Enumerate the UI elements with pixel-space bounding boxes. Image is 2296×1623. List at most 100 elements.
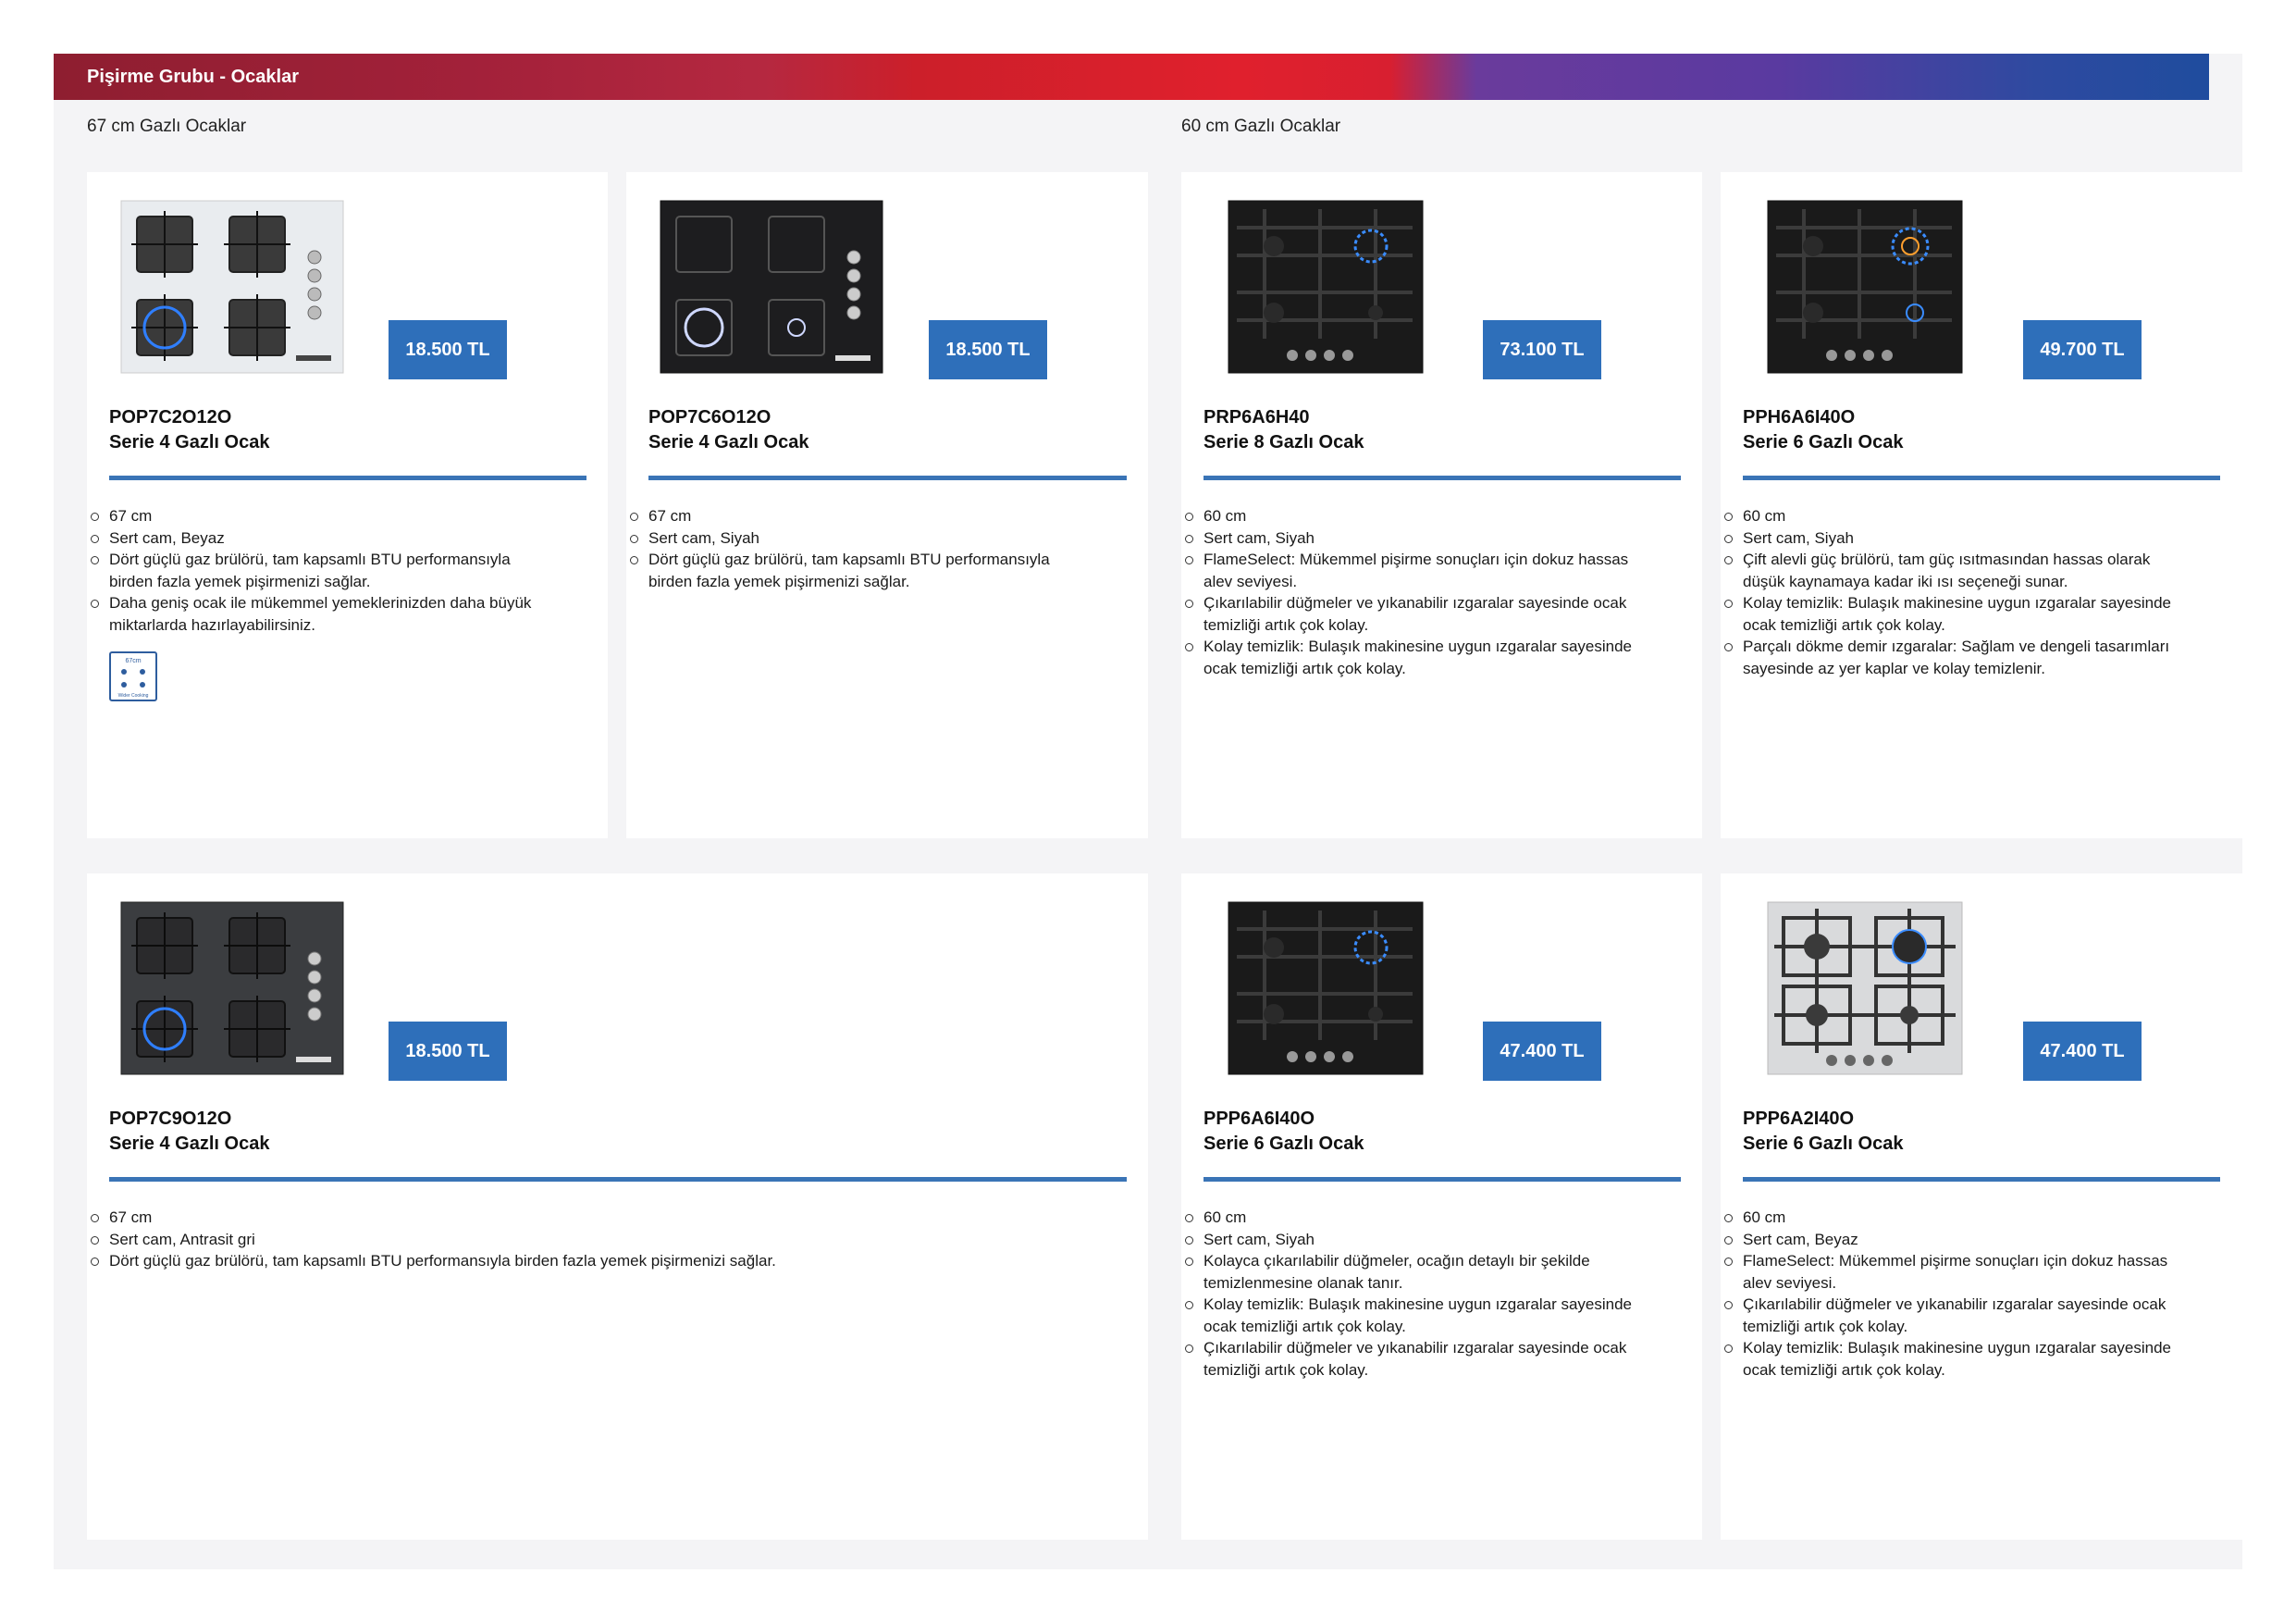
feature-list: 60 cm Sert cam, Beyaz FlameSelect: Mükem… — [1723, 1207, 2171, 1381]
product-image-black-grid-hob — [1228, 200, 1424, 374]
feature-item-continued: birden fazla yemek pişirmenizi sağlar. — [109, 572, 371, 590]
feature-item: Sert cam, Beyaz — [90, 527, 531, 550]
feature-item: Kolay temizlik: Bulaşık makinesine uygun… — [1723, 1337, 2171, 1359]
product-model: POP7C9O12O — [109, 1109, 232, 1129]
feature-item-continued: miktarlarda hazırlayabilirsiniz. — [109, 615, 315, 634]
feature-item: Kolay temizlik: Bulaşık makinesine uygun… — [1723, 592, 2171, 614]
feature-item: Kolayca çıkarılabilir düğmeler, ocağın d… — [1184, 1250, 1632, 1272]
feature-item-continued: düşük kaynamaya kadar iki ısı seçeneği s… — [1743, 572, 2068, 590]
feature-item: 60 cm — [1723, 1207, 2171, 1229]
feature-item: 60 cm — [1184, 1207, 1632, 1229]
product-image-anthracite-hob — [120, 901, 344, 1075]
product-series: Serie 6 Gazlı Ocak — [1743, 432, 1904, 452]
price-tag: 18.500 TL — [389, 1022, 507, 1081]
price-tag: 47.400 TL — [1483, 1022, 1601, 1081]
feature-item-continued: temizliği artık çok kolay. — [1204, 1360, 1369, 1379]
price-tag: 18.500 TL — [389, 320, 507, 379]
feature-item: Çıkarılabilir düğmeler ve yıkanabilir ız… — [1184, 1337, 1632, 1359]
feature-list: 60 cm Sert cam, Siyah Kolayca çıkarılabi… — [1184, 1207, 1632, 1381]
product-model: POP7C6O12O — [648, 407, 772, 427]
product-image-black-grid-hob — [1228, 901, 1424, 1075]
feature-item-continued: sayesinde az yer kaplar ve kolay temizle… — [1743, 659, 2045, 677]
feature-item-continued: ocak temizliği artık çok kolay. — [1204, 659, 1406, 677]
product-model: PPH6A6I40O — [1743, 407, 1856, 427]
product-card[interactable]: 18.500 TL POP7C6O12O Serie 4 Gazlı Ocak … — [626, 172, 1148, 838]
price-tag: 73.100 TL — [1483, 320, 1601, 379]
section-title-67cm: 67 cm Gazlı Ocaklar — [87, 117, 247, 136]
feature-item: 67 cm — [630, 505, 1050, 527]
feature-item: Çıkarılabilir düğmeler ve yıkanabilir ız… — [1723, 1294, 2171, 1316]
feature-list: 60 cm Sert cam, Siyah FlameSelect: Mükem… — [1184, 505, 1632, 679]
feature-item: Çıkarılabilir düğmeler ve yıkanabilir ız… — [1184, 592, 1632, 614]
feature-item: Dört güçlü gaz brülörü, tam kapsamlı BTU… — [90, 549, 531, 571]
product-series: Serie 6 Gazlı Ocak — [1204, 1134, 1364, 1154]
section-title-60cm: 60 cm Gazlı Ocaklar — [1181, 117, 1341, 136]
product-image-black-hob — [660, 200, 883, 374]
feature-item-continued: alev seviyesi. — [1743, 1273, 1837, 1292]
feature-item: Kolay temizlik: Bulaşık makinesine uygun… — [1184, 1294, 1632, 1316]
price-tag: 47.400 TL — [2023, 1022, 2142, 1081]
divider-rule — [109, 476, 586, 480]
feature-item: Sert cam, Siyah — [1184, 527, 1632, 550]
divider-rule — [648, 476, 1127, 480]
product-model: PPP6A2I40O — [1743, 1109, 1855, 1129]
product-card[interactable]: 18.500 TL POP7C9O12O Serie 4 Gazlı Ocak … — [87, 873, 1148, 1540]
feature-list: 67 cm Sert cam, Beyaz Dört güçlü gaz brü… — [90, 505, 531, 636]
feature-item-continued: temizliği artık çok kolay. — [1204, 615, 1369, 634]
svg-text:67cm: 67cm — [125, 658, 141, 664]
feature-item: 60 cm — [1184, 505, 1632, 527]
product-image-black-grid-hob — [1767, 200, 1963, 374]
feature-item: Sert cam, Antrasit gri — [91, 1229, 776, 1251]
feature-list: 60 cm Sert cam, Siyah Çift alevli güç br… — [1723, 505, 2171, 679]
feature-item: Parçalı dökme demir ızgaralar: Sağlam ve… — [1723, 636, 2171, 658]
product-series: Serie 6 Gazlı Ocak — [1743, 1134, 1904, 1154]
feature-item: Dört güçlü gaz brülörü, tam kapsamlı BTU… — [91, 1250, 776, 1272]
header-title: Pişirme Grubu - Ocaklar — [87, 67, 299, 87]
product-card[interactable]: 49.700 TL PPH6A6I40O Serie 6 Gazlı Ocak … — [1721, 172, 2242, 838]
product-image-white-grid-hob — [1767, 901, 1963, 1075]
feature-item: Sert cam, Siyah — [630, 527, 1050, 550]
divider-rule — [1743, 476, 2220, 480]
feature-item: 60 cm — [1723, 505, 2171, 527]
divider-rule — [1204, 1177, 1681, 1182]
product-model: POP7C2O12O — [109, 407, 232, 427]
feature-item-continued: alev seviyesi. — [1204, 572, 1298, 590]
product-series: Serie 4 Gazlı Ocak — [109, 432, 270, 452]
feature-item: Dört güçlü gaz brülörü, tam kapsamlı BTU… — [630, 549, 1050, 571]
feature-item-continued: birden fazla yemek pişirmenizi sağlar. — [648, 572, 910, 590]
price-tag: 18.500 TL — [929, 320, 1047, 379]
feature-item-continued: ocak temizliği artık çok kolay. — [1743, 615, 1945, 634]
product-card[interactable]: 47.400 TL PPP6A2I40O Serie 6 Gazlı Ocak … — [1721, 873, 2242, 1540]
feature-item-continued: temizlenmesine olanak tanır. — [1204, 1273, 1403, 1292]
feature-item: FlameSelect: Mükemmel pişirme sonuçları … — [1723, 1250, 2171, 1272]
feature-item-continued: temizliği artık çok kolay. — [1743, 1317, 1908, 1335]
feature-item: Sert cam, Siyah — [1184, 1229, 1632, 1251]
product-card[interactable]: 73.100 TL PRP6A6H40 Serie 8 Gazlı Ocak 6… — [1181, 172, 1702, 838]
feature-item: 67 cm — [91, 1207, 776, 1229]
product-model: PPP6A6I40O — [1204, 1109, 1315, 1129]
feature-item: Sert cam, Beyaz — [1723, 1229, 2171, 1251]
header-bar: Pişirme Grubu - Ocaklar — [54, 54, 2209, 100]
feature-item-continued: ocak temizliği artık çok kolay. — [1204, 1317, 1406, 1335]
product-series: Serie 8 Gazlı Ocak — [1204, 432, 1364, 452]
product-model: PRP6A6H40 — [1204, 407, 1310, 427]
wider-cooking-icon: 67cm Wider Cooking — [109, 651, 157, 701]
product-series: Serie 4 Gazlı Ocak — [109, 1134, 270, 1154]
svg-text:Wider Cooking: Wider Cooking — [118, 693, 149, 699]
price-tag: 49.700 TL — [2023, 320, 2142, 379]
product-card[interactable]: 47.400 TL PPP6A6I40O Serie 6 Gazlı Ocak … — [1181, 873, 1702, 1540]
product-image-white-hob — [120, 200, 344, 374]
divider-rule — [109, 1177, 1127, 1182]
feature-item: Daha geniş ocak ile mükemmel yemeklerini… — [90, 592, 531, 614]
product-series: Serie 4 Gazlı Ocak — [648, 432, 809, 452]
feature-item-continued: ocak temizliği artık çok kolay. — [1743, 1360, 1945, 1379]
feature-item: Kolay temizlik: Bulaşık makinesine uygun… — [1184, 636, 1632, 658]
divider-rule — [1204, 476, 1681, 480]
feature-list: 67 cm Sert cam, Antrasit gri Dört güçlü … — [91, 1207, 776, 1272]
divider-rule — [1743, 1177, 2220, 1182]
feature-item: 67 cm — [90, 505, 531, 527]
product-card[interactable]: 18.500 TL POP7C2O12O Serie 4 Gazlı Ocak … — [87, 172, 608, 838]
feature-item: Çift alevli güç brülörü, tam güç ısıtmas… — [1723, 549, 2171, 571]
feature-list: 67 cm Sert cam, Siyah Dört güçlü gaz brü… — [630, 505, 1050, 592]
feature-item: FlameSelect: Mükemmel pişirme sonuçları … — [1184, 549, 1632, 571]
